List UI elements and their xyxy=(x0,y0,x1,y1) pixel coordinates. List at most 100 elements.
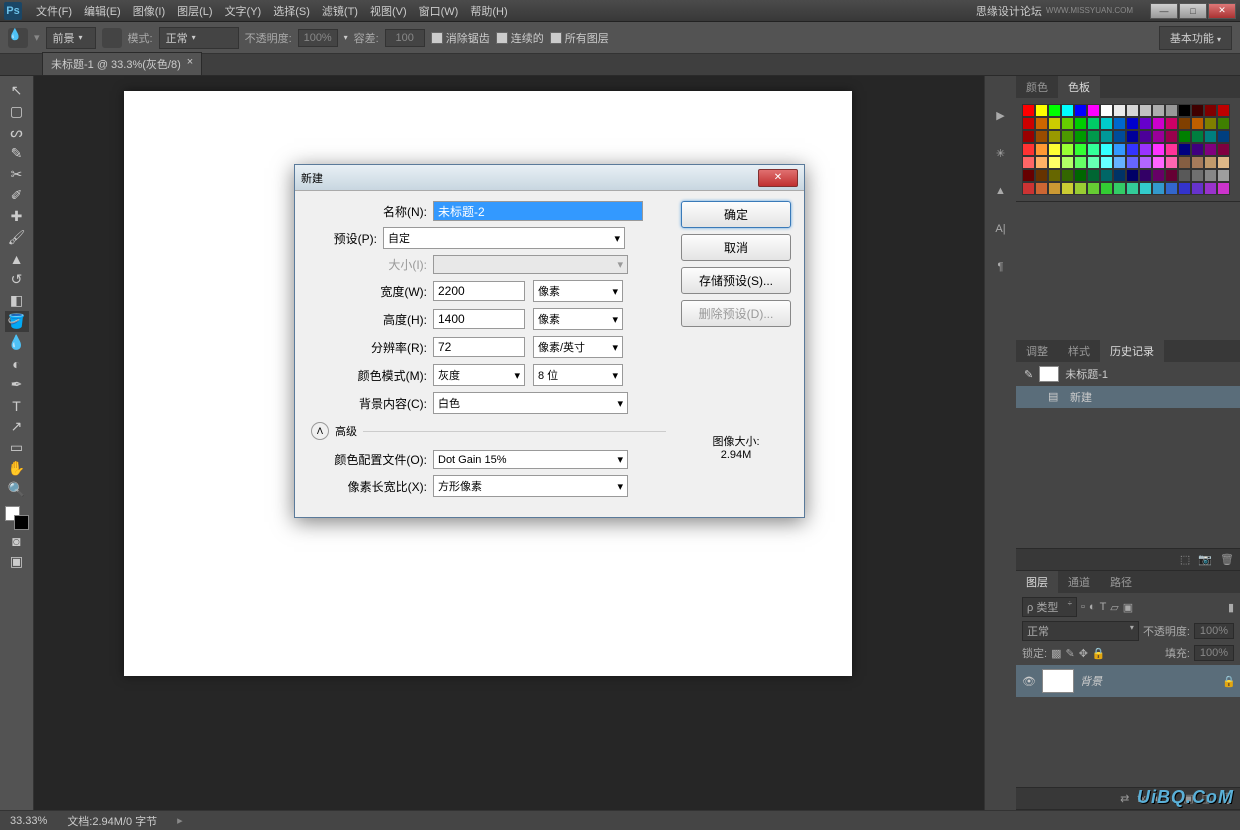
swatch[interactable] xyxy=(1074,182,1087,195)
shape-tool[interactable]: ▭ xyxy=(5,437,29,458)
swatches-tab[interactable]: 色板 xyxy=(1058,76,1100,98)
menu-layer[interactable]: 图层(L) xyxy=(171,3,218,19)
history-state-row[interactable]: ▤ 新建 xyxy=(1016,386,1240,408)
swatch[interactable] xyxy=(1139,104,1152,117)
swatch[interactable] xyxy=(1191,182,1204,195)
swatch[interactable] xyxy=(1217,182,1230,195)
fill-dropdown[interactable]: 前景▾ xyxy=(46,27,96,49)
filter-smart-icon[interactable]: ▣ xyxy=(1123,601,1133,614)
antialias-checkbox[interactable]: ✓消除锯齿 xyxy=(431,30,490,46)
crop-tool[interactable]: ✂ xyxy=(5,164,29,185)
swatch[interactable] xyxy=(1087,104,1100,117)
window-close-button[interactable]: ✕ xyxy=(1208,3,1236,19)
swatch[interactable] xyxy=(1022,104,1035,117)
filter-adj-icon[interactable]: ◐ xyxy=(1089,601,1096,613)
swatch[interactable] xyxy=(1087,156,1100,169)
swatch[interactable] xyxy=(1191,104,1204,117)
swatch[interactable] xyxy=(1126,143,1139,156)
swatch[interactable] xyxy=(1100,156,1113,169)
swatch[interactable] xyxy=(1139,143,1152,156)
swatch[interactable] xyxy=(1152,117,1165,130)
paragraph-icon[interactable]: ¶ xyxy=(992,258,1010,276)
marquee-tool[interactable]: ▢ xyxy=(5,101,29,122)
zoom-tool[interactable]: 🔍 xyxy=(5,479,29,500)
swatch[interactable] xyxy=(1061,117,1074,130)
swatch[interactable] xyxy=(1178,130,1191,143)
eraser-tool[interactable]: ◧ xyxy=(5,290,29,311)
swatch[interactable] xyxy=(1035,182,1048,195)
swatch[interactable] xyxy=(1074,156,1087,169)
swatch[interactable] xyxy=(1074,104,1087,117)
swatch[interactable] xyxy=(1035,117,1048,130)
swatch[interactable] xyxy=(1204,130,1217,143)
swatch[interactable] xyxy=(1035,104,1048,117)
type-tool[interactable]: T xyxy=(5,395,29,416)
workspace-preset-dropdown[interactable]: 基本功能 ▾ xyxy=(1159,26,1232,50)
swatch[interactable] xyxy=(1100,117,1113,130)
healing-tool[interactable]: ✚ xyxy=(5,206,29,227)
swatch[interactable] xyxy=(1126,117,1139,130)
swatch[interactable] xyxy=(1204,117,1217,130)
swatch[interactable] xyxy=(1165,143,1178,156)
swatch[interactable] xyxy=(1048,169,1061,182)
character-icon[interactable]: A| xyxy=(992,220,1010,238)
window-maximize-button[interactable]: □ xyxy=(1179,3,1207,19)
paths-tab[interactable]: 路径 xyxy=(1100,571,1142,593)
swatch[interactable] xyxy=(1217,104,1230,117)
camera-icon[interactable]: 📷 xyxy=(1198,553,1212,566)
swatch[interactable] xyxy=(1204,182,1217,195)
lock-trans-icon[interactable]: ▩ xyxy=(1051,647,1061,660)
swatch[interactable] xyxy=(1178,117,1191,130)
stamp-tool[interactable]: ▲ xyxy=(5,248,29,269)
swatch[interactable] xyxy=(1139,156,1152,169)
swatch[interactable] xyxy=(1152,104,1165,117)
layer-thumbnail[interactable] xyxy=(1042,669,1074,693)
swatch[interactable] xyxy=(1113,169,1126,182)
swatch[interactable] xyxy=(1087,130,1100,143)
quick-mask-tool[interactable]: ◙ xyxy=(5,530,29,551)
dodge-tool[interactable]: ◐ xyxy=(5,353,29,374)
swatch[interactable] xyxy=(1048,117,1061,130)
history-tab[interactable]: 历史记录 xyxy=(1100,340,1164,362)
quick-select-tool[interactable]: ✎ xyxy=(5,143,29,164)
swatch[interactable] xyxy=(1191,130,1204,143)
swatch[interactable] xyxy=(1048,130,1061,143)
height-input[interactable] xyxy=(433,309,525,329)
filter-type-icon[interactable]: T xyxy=(1100,601,1107,613)
swatch[interactable] xyxy=(1022,117,1035,130)
swatch[interactable] xyxy=(1061,156,1074,169)
window-minimize-button[interactable]: — xyxy=(1150,3,1178,19)
layer-opacity-input[interactable]: 100% xyxy=(1194,623,1234,639)
swatch[interactable] xyxy=(1165,156,1178,169)
menu-select[interactable]: 选择(S) xyxy=(267,3,316,19)
menu-filter[interactable]: 滤镜(T) xyxy=(316,3,364,19)
width-unit-select[interactable]: 像素▾ xyxy=(533,280,623,302)
menu-edit[interactable]: 编辑(E) xyxy=(78,3,127,19)
swatch[interactable] xyxy=(1165,117,1178,130)
brush-tool[interactable]: 🖌 xyxy=(5,227,29,248)
mode-dropdown[interactable]: 正常▾ xyxy=(159,27,239,49)
tool-preset-icon[interactable]: 💧 xyxy=(8,28,28,48)
swatch[interactable] xyxy=(1191,143,1204,156)
swatch[interactable] xyxy=(1126,104,1139,117)
swatch[interactable] xyxy=(1165,104,1178,117)
swatch[interactable] xyxy=(1022,169,1035,182)
preset-select[interactable]: 自定▾ xyxy=(383,227,625,249)
swatch[interactable] xyxy=(1061,169,1074,182)
pattern-icon[interactable] xyxy=(102,28,122,48)
swatch[interactable] xyxy=(1100,143,1113,156)
advanced-toggle-button[interactable]: ᐱ xyxy=(311,422,329,440)
menu-type[interactable]: 文字(Y) xyxy=(219,3,268,19)
resolution-input[interactable] xyxy=(433,337,525,357)
swatch[interactable] xyxy=(1165,182,1178,195)
history-document-row[interactable]: ✎ 未标题-1 xyxy=(1016,362,1240,386)
swatch[interactable] xyxy=(1074,117,1087,130)
ok-button[interactable]: 确定 xyxy=(681,201,791,228)
swatch[interactable] xyxy=(1126,130,1139,143)
lasso-tool[interactable]: ᔕ xyxy=(5,122,29,143)
swatch[interactable] xyxy=(1204,104,1217,117)
swatch[interactable] xyxy=(1178,143,1191,156)
swatch[interactable] xyxy=(1100,169,1113,182)
swatch[interactable] xyxy=(1100,104,1113,117)
doc-info[interactable]: 文档:2.94M/0 字节 xyxy=(67,813,157,829)
